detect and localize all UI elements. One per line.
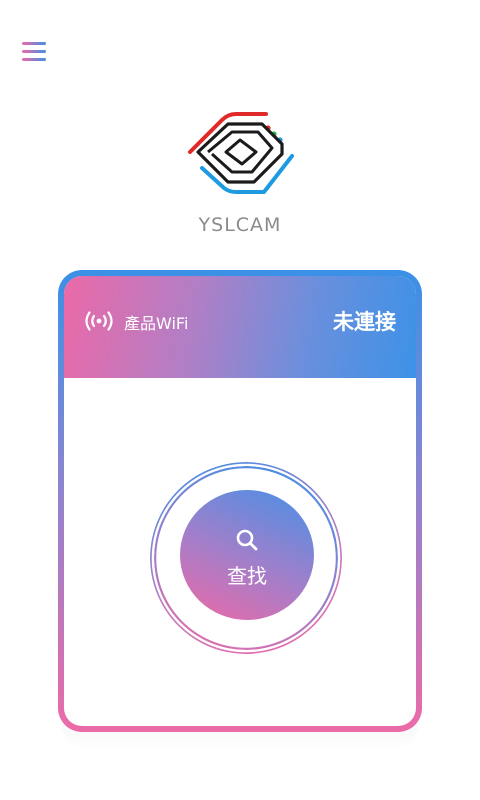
wifi-card-header: 產品WiFi 未連接 — [64, 276, 416, 378]
wifi-signal-icon — [85, 311, 113, 331]
hamburger-menu-icon — [22, 42, 46, 45]
hamburger-menu-bar — [22, 50, 46, 53]
brand-logo — [188, 112, 294, 194]
product-wifi-label: 產品WiFi — [124, 314, 189, 333]
brand-name: YSLCAM — [198, 214, 282, 236]
wifi-card-body: 產品WiFi 未連接 查找 — [64, 276, 416, 726]
wifi-card: 產品WiFi 未連接 查找 — [58, 270, 422, 732]
home-screen: YSLCAM 產品WiFi 未連接 查找 — [0, 0, 480, 800]
search-button-label: 查找 — [227, 564, 267, 588]
menu-button[interactable] — [22, 42, 48, 64]
search-button[interactable]: 查找 — [180, 490, 314, 620]
search-icon — [236, 529, 258, 551]
hamburger-menu-bar — [22, 58, 46, 61]
connection-status: 未連接 — [333, 310, 396, 334]
search-area: 查找 — [150, 462, 342, 654]
